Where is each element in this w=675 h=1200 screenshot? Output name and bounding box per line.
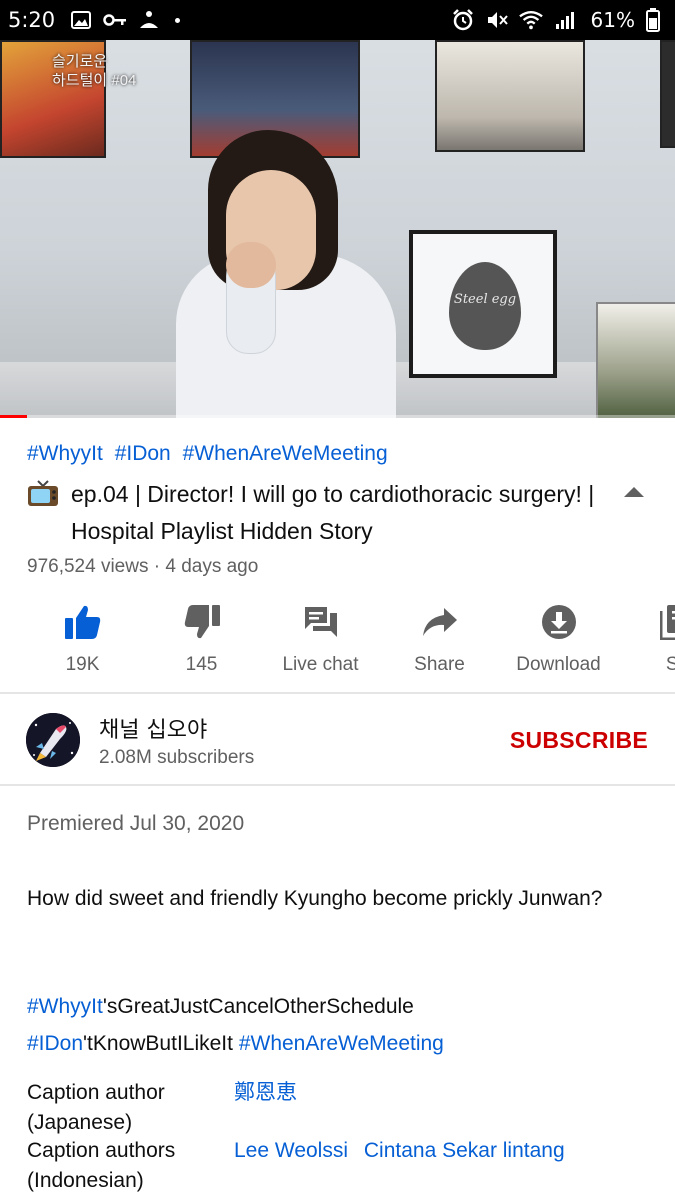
thumbs-up-icon	[63, 602, 103, 642]
hashtag-link[interactable]: #IDon	[115, 442, 171, 465]
dislike-count: 145	[185, 654, 218, 675]
video-title[interactable]: ep.04 | Director! I will go to cardiotho…	[27, 476, 647, 550]
collapse-description-icon[interactable]	[621, 484, 647, 500]
hashtag-link[interactable]: #WhyyIt	[27, 995, 103, 1018]
caption-credit-values: 鄭恩恵	[234, 1078, 307, 1108]
thumbs-down-icon	[182, 602, 222, 642]
share-icon	[420, 602, 460, 642]
live-chat-label: Live chat	[282, 654, 359, 675]
save-icon	[658, 602, 675, 642]
like-button[interactable]: 19K	[23, 598, 142, 690]
wifi-icon	[518, 8, 543, 32]
live-chat-icon	[301, 602, 341, 642]
description-tags: #WhyyIt'sGreatJustCancelOtherSchedule #I…	[27, 988, 657, 1062]
poster-image	[660, 40, 675, 148]
mute-icon	[485, 8, 509, 32]
overlay-line-2: 하드털이 #04	[52, 72, 137, 89]
person-figure	[176, 124, 396, 418]
channel-name[interactable]: 채널 십오야	[99, 712, 207, 744]
poster-image	[435, 40, 585, 152]
poster-image	[596, 302, 675, 418]
video-overlay-text: 슬기로운 하드털이 #04	[52, 52, 136, 90]
caption-credit-row: Caption author (Japanese) 鄭恩恵	[27, 1078, 667, 1136]
channel-row: 채널 십오야 2.08M subscribers SUBSCRIBE	[0, 694, 675, 784]
hashtag-link[interactable]: #WhenAreWeMeeting	[239, 1032, 444, 1055]
notification-dot-icon	[175, 17, 181, 23]
status-time: 5:20	[8, 8, 56, 32]
battery-percent: 61%	[590, 8, 635, 32]
tags-line-1: #WhyyIt'sGreatJustCancelOtherSchedule	[27, 988, 657, 1025]
hashtag-link[interactable]: #IDon	[27, 1032, 83, 1055]
framed-picture: Steel egg	[409, 230, 557, 378]
hashtag-link[interactable]: #WhenAreWeMeeting	[183, 442, 388, 465]
channel-avatar[interactable]	[26, 713, 80, 767]
description-premiere: Premiered Jul 30, 2020	[27, 812, 647, 836]
tag-suffix-text: 'sGreatJustCancelOtherSchedule	[102, 995, 414, 1018]
live-chat-button[interactable]: Live chat	[261, 598, 380, 690]
video-player[interactable]: 슬기로운 하드털이 #04 Steel egg	[0, 40, 675, 418]
video-hashtags: #WhyyIt #IDon #WhenAreWeMeeting	[27, 442, 394, 466]
hashtag-link[interactable]: #WhyyIt	[27, 442, 103, 465]
caption-author-link[interactable]: Lee Weolssi	[234, 1139, 348, 1162]
status-bar: 5:20 61%	[0, 0, 675, 40]
signal-icon	[553, 8, 577, 32]
share-button[interactable]: Share	[380, 598, 499, 690]
save-label: Sa	[665, 654, 675, 675]
caption-credit-label: Caption author (Japanese)	[27, 1081, 165, 1134]
video-title-row[interactable]: ep.04 | Director! I will go to cardiotho…	[27, 476, 647, 550]
share-label: Share	[414, 654, 465, 675]
caption-credit-row: Caption authors (Indonesian) Lee Weolssi…	[27, 1136, 667, 1194]
video-title-text: ep.04 | Director! I will go to cardiotho…	[71, 481, 595, 544]
video-progress-fill	[0, 415, 27, 418]
wellbeing-icon	[137, 8, 161, 32]
like-count: 19K	[65, 654, 100, 675]
egg-text: Steel egg	[453, 292, 517, 307]
gallery-icon	[69, 8, 93, 32]
subscribe-button[interactable]: SUBSCRIBE	[510, 727, 648, 754]
tv-emoji-icon	[27, 479, 59, 507]
caption-author-link[interactable]: Cintana Sekar lintang	[364, 1139, 565, 1162]
battery-icon	[641, 8, 665, 32]
overlay-line-1: 슬기로운	[52, 53, 108, 70]
divider	[0, 784, 675, 786]
premiered-date: Premiered Jul 30, 2020	[27, 812, 245, 835]
video-progress-bar[interactable]	[0, 415, 675, 418]
download-button[interactable]: Download	[499, 598, 618, 690]
tag-suffix-text: 'tKnowButILikeIt	[83, 1032, 239, 1055]
subscriber-count: 2.08M subscribers	[99, 747, 255, 768]
dislike-button[interactable]: 145	[142, 598, 261, 690]
caption-credit-label: Caption authors (Indonesian)	[27, 1139, 176, 1192]
action-bar: 19K 145 Live chat Share Download Sa	[0, 598, 675, 690]
tags-line-2: #IDon'tKnowButILikeIt #WhenAreWeMeeting	[27, 1025, 657, 1062]
key-icon	[103, 8, 127, 32]
caption-author-link[interactable]: 鄭恩恵	[234, 1081, 297, 1104]
video-views-date: 976,524 views · 4 days ago	[27, 556, 259, 577]
description-body: How did sweet and friendly Kyungho becom…	[27, 887, 603, 910]
save-button[interactable]: Sa	[618, 598, 675, 690]
caption-credit-values: Lee Weolssi Cintana Sekar lintang	[234, 1136, 575, 1166]
caption-credits: Caption author (Japanese) 鄭恩恵 Caption au…	[27, 1078, 667, 1194]
egg-graphic: Steel egg	[449, 262, 521, 350]
download-label: Download	[516, 654, 601, 675]
download-icon	[539, 602, 579, 642]
alarm-icon	[451, 8, 475, 32]
